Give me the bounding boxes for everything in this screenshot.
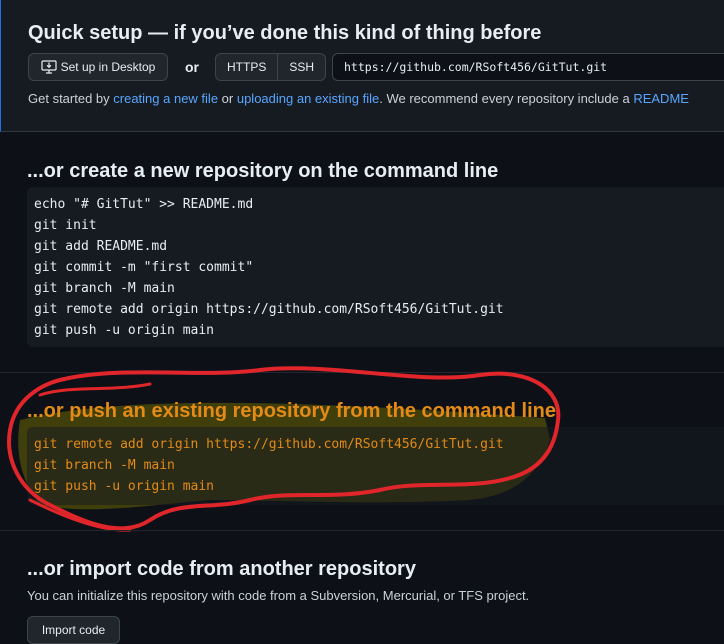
- readme-link[interactable]: README: [633, 91, 689, 106]
- code-line: git add README.md: [34, 239, 168, 254]
- section-divider: [0, 530, 724, 531]
- ssh-tab[interactable]: SSH: [278, 53, 327, 81]
- clone-url-input[interactable]: [332, 53, 724, 81]
- or-separator: or: [185, 59, 199, 75]
- code-line: git remote add origin https://github.com…: [34, 437, 504, 452]
- create-new-file-link[interactable]: creating a new file: [113, 91, 218, 106]
- protocol-toggle: HTTPS SSH: [215, 53, 327, 81]
- quick-setup-panel: Quick setup — if you’ve done this kind o…: [0, 0, 724, 132]
- quick-setup-title: Quick setup — if you’ve done this kind o…: [28, 22, 542, 44]
- section-divider: [0, 372, 724, 373]
- code-line: git branch -M main: [34, 281, 175, 296]
- desktop-download-icon: [41, 60, 57, 74]
- https-tab[interactable]: HTTPS: [215, 53, 279, 81]
- import-description: You can initialize this repository with …: [27, 588, 530, 603]
- import-code-title: ...or import code from another repositor…: [27, 558, 416, 580]
- code-line: git push -u origin main: [34, 323, 215, 338]
- code-line: git remote add origin https://github.com…: [34, 302, 504, 317]
- setup-in-desktop-button[interactable]: Set up in Desktop: [28, 53, 168, 81]
- getting-started-prefix: Get started by: [28, 91, 114, 106]
- code-line: git commit -m "first commit": [34, 260, 254, 275]
- code-line: git push -u origin main: [34, 479, 215, 494]
- push-existing-code-block[interactable]: git remote add origin https://github.com…: [27, 427, 724, 505]
- getting-started-suffix: . We recommend every repository include …: [379, 91, 634, 106]
- getting-started-text: Get started by creating a new file or up…: [28, 91, 689, 106]
- getting-started-middle: or: [218, 91, 237, 106]
- code-line: git init: [34, 218, 97, 233]
- code-line: echo "# GitTut" >> README.md: [34, 197, 254, 212]
- create-repo-code-block[interactable]: echo "# GitTut" >> README.md git init gi…: [27, 187, 724, 347]
- upload-existing-file-link[interactable]: uploading an existing file: [237, 91, 379, 106]
- setup-in-desktop-label: Set up in Desktop: [60, 60, 156, 74]
- code-line: git branch -M main: [34, 458, 175, 473]
- create-repo-title: ...or create a new repository on the com…: [27, 160, 499, 182]
- push-existing-title: ...or push an existing repository from t…: [27, 400, 556, 422]
